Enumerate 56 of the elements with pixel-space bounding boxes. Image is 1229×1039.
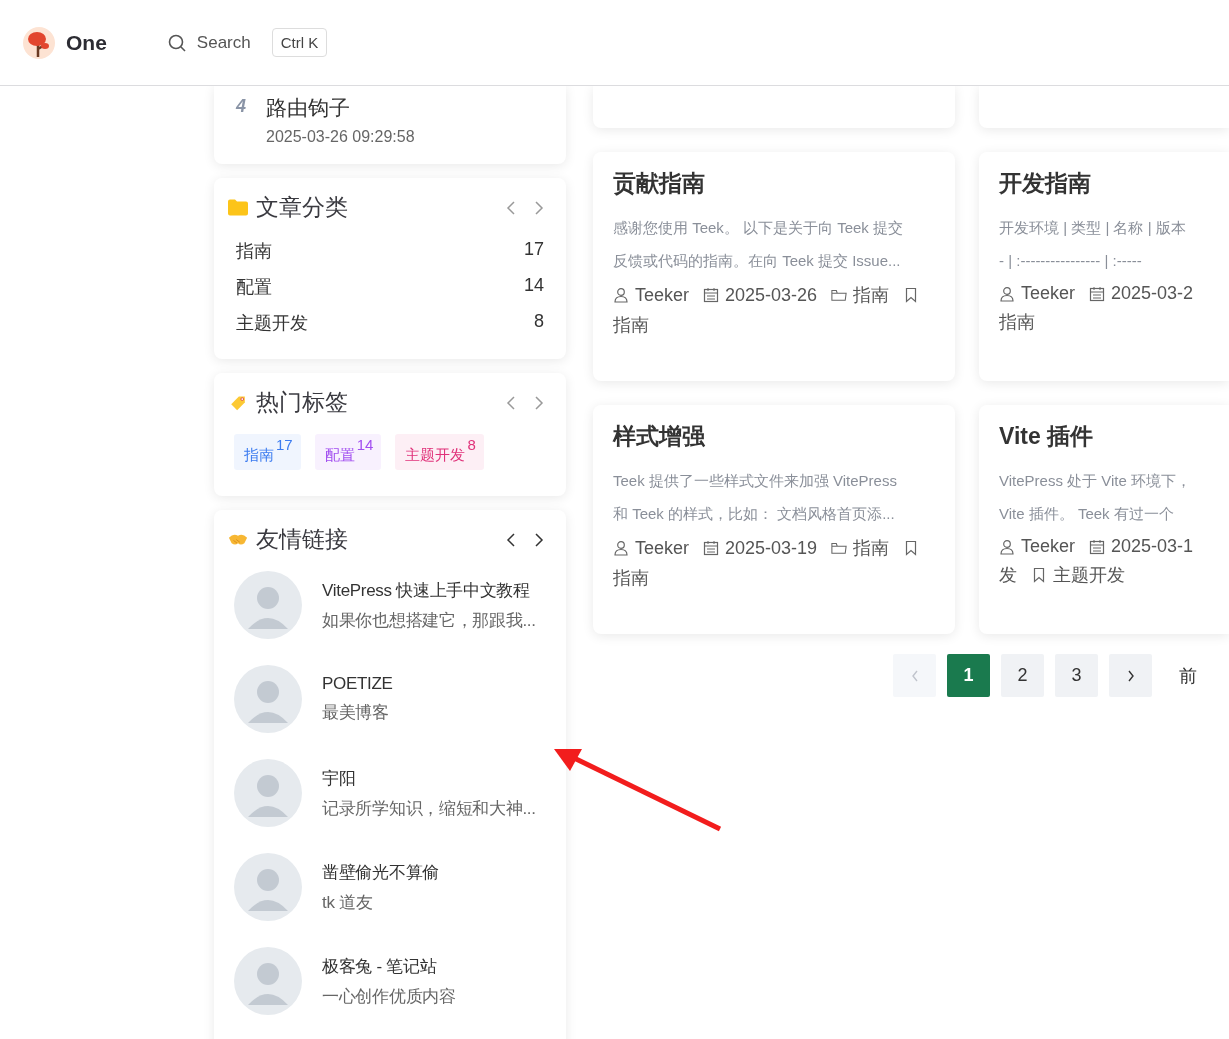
meta-text: 2025-03-19 — [725, 537, 818, 559]
widget-title: 文章分类 — [256, 193, 348, 222]
article-title[interactable]: 样式增强 — [613, 421, 935, 452]
meta-text: 2025-03-26 — [725, 284, 818, 306]
meta-text: 2025-03-2 — [1111, 283, 1194, 304]
friend-link[interactable]: 极客兔 - 笔记站 — [322, 954, 456, 978]
article-excerpt: Teek 提供了一些样式文件来加强 VitePress — [613, 471, 898, 491]
meta-text: Teeker — [635, 537, 690, 559]
meta-text[interactable]: 指南 — [853, 536, 890, 560]
meta-text: Teeker — [635, 284, 690, 306]
shortcut-key: Ctrl K — [271, 28, 328, 57]
category-count: 17 — [523, 239, 544, 261]
meta-text[interactable]: 指南 — [853, 283, 890, 307]
meta-text[interactable]: 主题开发 — [1053, 563, 1125, 587]
category-link[interactable]: 主题开发 — [236, 311, 308, 335]
article-title[interactable]: 贡献指南 — [613, 168, 935, 199]
link-description: 一心创作优质内容 — [322, 985, 456, 1008]
widget-title: 友情链接 — [256, 525, 348, 554]
link-description: 记录所学知识，缩短和大神... — [322, 797, 536, 820]
category-count: 8 — [534, 311, 544, 333]
page-button[interactable]: 2 — [1001, 654, 1044, 697]
friend-link[interactable]: VitePress 快速上手中文教程 — [322, 578, 536, 602]
friend-link[interactable]: 宇阳 — [322, 766, 536, 790]
link-description: tk 道友 — [322, 891, 374, 914]
article-excerpt: - | :---------------- | :----- — [999, 251, 1143, 271]
link-description: 如果你也想搭建它，那跟我... — [322, 609, 536, 632]
site-name[interactable]: One — [66, 30, 107, 55]
meta-text[interactable]: 发 — [999, 563, 1017, 587]
meta-text: 2025-03-1 — [1111, 536, 1194, 557]
meta-text[interactable]: 指南 — [613, 313, 649, 337]
goto-label: 前 — [1179, 664, 1197, 688]
rank-number: 4 — [236, 95, 246, 118]
friend-link[interactable]: POETIZE — [322, 674, 393, 694]
meta-text: Teeker — [1021, 536, 1076, 557]
article-excerpt: 感谢您使用 Teek。 以下是关于向 Teek 提交 — [613, 218, 905, 238]
search-button[interactable]: Search — [166, 32, 251, 53]
category-count: 14 — [523, 275, 544, 297]
link-description: 最美博客 — [322, 702, 390, 724]
category-link[interactable]: 配置 — [236, 275, 272, 299]
article-excerpt: VitePress 处于 Vite 环境下， — [999, 471, 1192, 491]
article-excerpt: 反馈或代码的指南。在向 Teek 提交 Issue... — [613, 251, 902, 271]
friend-link[interactable]: 凿壁偷光不算偷 — [322, 860, 439, 884]
meta-text: Teeker — [1021, 283, 1076, 304]
article-time: 2025-03-26 09:29:58 — [266, 128, 415, 146]
page-button[interactable]: 1 — [947, 654, 990, 697]
page-button[interactable]: 3 — [1055, 654, 1098, 697]
article-excerpt: Vite 插件。 Teek 有过一个 — [999, 504, 1175, 524]
article-link[interactable]: 路由钩子 — [266, 94, 415, 122]
category-link[interactable]: 指南 — [236, 239, 272, 263]
widget-title: 热门标签 — [256, 388, 348, 417]
article-excerpt: 和 Teek 的样式，比如： 文档风格首页添... — [613, 504, 896, 524]
meta-text[interactable]: 指南 — [613, 566, 649, 590]
article-title[interactable]: 开发指南 — [999, 168, 1209, 199]
article-excerpt: 开发环境 | 类型 | 名称 | 版本 — [999, 218, 1187, 238]
article-title[interactable]: Vite 插件 — [999, 421, 1209, 452]
meta-text[interactable]: 指南 — [999, 310, 1035, 334]
